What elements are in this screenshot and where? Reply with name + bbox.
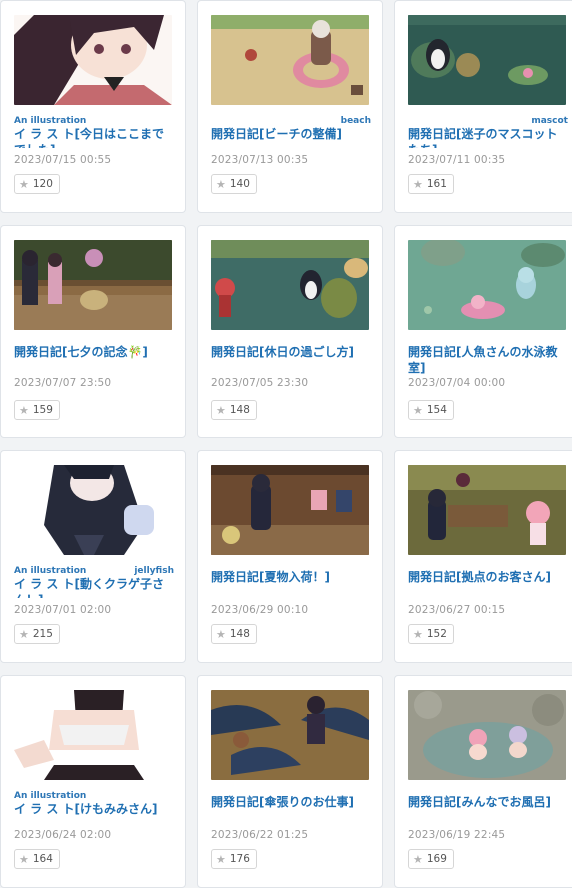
subtitle-left: An illustration: [14, 566, 87, 576]
post-date: 2023/06/29 00:10: [211, 604, 309, 616]
like-count: 176: [229, 853, 250, 865]
post-title-link[interactable]: 開発日記[ビーチの整備]: [211, 126, 371, 142]
star-icon: ★: [413, 403, 423, 417]
like-count: 154: [426, 404, 447, 416]
post-card[interactable]: 開発日記[みんなでお風呂] 2023/06/19 22:45 ★ 169: [394, 675, 572, 888]
post-thumbnail[interactable]: [408, 465, 566, 555]
post-thumbnail[interactable]: [14, 240, 172, 330]
star-icon: ★: [216, 177, 226, 191]
star-icon: ★: [216, 852, 226, 866]
like-button[interactable]: ★ 152: [408, 624, 454, 644]
like-button[interactable]: ★ 161: [408, 174, 454, 194]
like-button[interactable]: ★ 176: [211, 849, 257, 869]
post-card[interactable]: 開発日記[夏物入荷！] 2023/06/29 00:10 ★ 148: [197, 450, 383, 663]
post-date: 2023/07/01 02:00: [14, 604, 112, 616]
like-button[interactable]: ★ 215: [14, 624, 60, 644]
like-count: 120: [32, 178, 53, 190]
like-count: 152: [426, 628, 447, 640]
post-thumbnail[interactable]: [14, 465, 172, 555]
like-count: 140: [229, 178, 250, 190]
post-card[interactable]: mascot開発日記[迷子のマスコットたち] 2023/07/11 00:35 ★1…: [394, 0, 572, 213]
post-thumbnail[interactable]: [14, 15, 172, 105]
subtitle-right: beach: [340, 116, 371, 126]
post-date: 2023/06/27 00:15: [408, 604, 506, 616]
post-date: 2023/07/15 00:55: [14, 154, 112, 166]
star-icon: ★: [413, 627, 423, 641]
post-title-link[interactable]: イ ラ ス ト[動くクラゲ子さん！]: [14, 576, 174, 598]
post-card[interactable]: beach 開発日記[ビーチの整備] 2023/07/13 00:35 ★ 140: [197, 0, 383, 213]
like-button[interactable]: ★ 169: [408, 849, 454, 869]
post-grid: An illustrationイ ラ ス ト[今日はここまででした]2023/0…: [0, 0, 572, 888]
post-thumbnail[interactable]: [408, 15, 566, 105]
star-icon: ★: [216, 627, 226, 641]
subtitle-left: An illustration: [14, 791, 87, 801]
like-count: 159: [32, 404, 53, 416]
post-card[interactable]: 開発日記[休日の過ごし方] 2023/07/05 23:30 ★ 148: [197, 225, 383, 438]
like-button[interactable]: ★ 164: [14, 849, 60, 869]
post-card[interactable]: 開発日記[人魚さんの水泳教室] 2023/07/04 00:00 ★ 154: [394, 225, 572, 438]
like-count: 148: [229, 628, 250, 640]
post-thumbnail[interactable]: [211, 690, 369, 780]
post-card[interactable]: 開発日記[拠点のお客さん] 2023/06/27 00:15 ★ 152: [394, 450, 572, 663]
subtitle-right: mascot: [531, 116, 568, 126]
post-card[interactable]: An illustration jellyfishイ ラ ス ト[動くクラゲ子さん…: [0, 450, 186, 663]
post-thumbnail[interactable]: [408, 240, 566, 330]
like-count: 161: [426, 178, 447, 190]
like-button[interactable]: ★ 154: [408, 400, 454, 420]
like-count: 164: [32, 853, 53, 865]
post-title-link[interactable]: 開発日記[みんなでお風呂]: [408, 794, 568, 810]
like-button[interactable]: ★ 148: [211, 624, 257, 644]
star-icon: ★: [19, 403, 29, 417]
like-button[interactable]: ★ 148: [211, 400, 257, 420]
post-title-link[interactable]: イ ラ ス ト[今日はここまででした]: [14, 126, 174, 148]
like-count: 148: [229, 404, 250, 416]
star-icon: ★: [413, 177, 423, 191]
post-title-link[interactable]: 開発日記[夏物入荷！]: [211, 569, 371, 585]
like-count: 169: [426, 853, 447, 865]
post-date: 2023/07/13 00:35: [211, 154, 309, 166]
post-date: 2023/07/04 00:00: [408, 377, 506, 389]
star-icon: ★: [19, 852, 29, 866]
post-card[interactable]: An illustration イ ラ ス ト[けもみみさん] 2023/06/24…: [0, 675, 186, 888]
post-thumbnail[interactable]: [408, 690, 566, 780]
post-card[interactable]: 開発日記[七夕の記念🎋] 2023/07/07 23:50 ★ 159: [0, 225, 186, 438]
post-card[interactable]: An illustrationイ ラ ス ト[今日はここまででした] 2023/0…: [0, 0, 186, 213]
post-card[interactable]: 開発日記[傘張りのお仕事] 2023/06/22 01:25 ★ 176: [197, 675, 383, 888]
post-thumbnail[interactable]: [211, 240, 369, 330]
post-title-link[interactable]: 開発日記[人魚さんの水泳教室]: [408, 344, 568, 376]
post-title-link[interactable]: イ ラ ス ト[けもみみさん]: [14, 801, 174, 817]
post-title-link[interactable]: 開発日記[七夕の記念🎋]: [14, 344, 174, 360]
like-count: 215: [32, 628, 53, 640]
star-icon: ★: [216, 403, 226, 417]
star-icon: ★: [19, 177, 29, 191]
post-title-link[interactable]: 開発日記[傘張りのお仕事]: [211, 794, 371, 810]
post-title-link[interactable]: 開発日記[休日の過ごし方]: [211, 344, 371, 360]
like-button[interactable]: ★ 140: [211, 174, 257, 194]
post-date: 2023/07/05 23:30: [211, 377, 309, 389]
post-date: 2023/06/19 22:45: [408, 829, 506, 841]
post-date: 2023/07/11 00:35: [408, 154, 506, 166]
star-icon: ★: [413, 852, 423, 866]
subtitle-right: jellyfish: [134, 566, 174, 576]
post-date: 2023/06/24 02:00: [14, 829, 112, 841]
post-date: 2023/07/07 23:50: [14, 377, 112, 389]
subtitle-left: An illustration: [14, 116, 87, 126]
like-button[interactable]: ★ 120: [14, 174, 60, 194]
post-title-link[interactable]: 開発日記[迷子のマスコットたち]: [408, 126, 568, 148]
post-title-link[interactable]: 開発日記[拠点のお客さん]: [408, 569, 568, 585]
star-icon: ★: [19, 627, 29, 641]
post-thumbnail[interactable]: [211, 465, 369, 555]
post-thumbnail[interactable]: [14, 690, 172, 780]
like-button[interactable]: ★ 159: [14, 400, 60, 420]
post-date: 2023/06/22 01:25: [211, 829, 309, 841]
post-thumbnail[interactable]: [211, 15, 369, 105]
